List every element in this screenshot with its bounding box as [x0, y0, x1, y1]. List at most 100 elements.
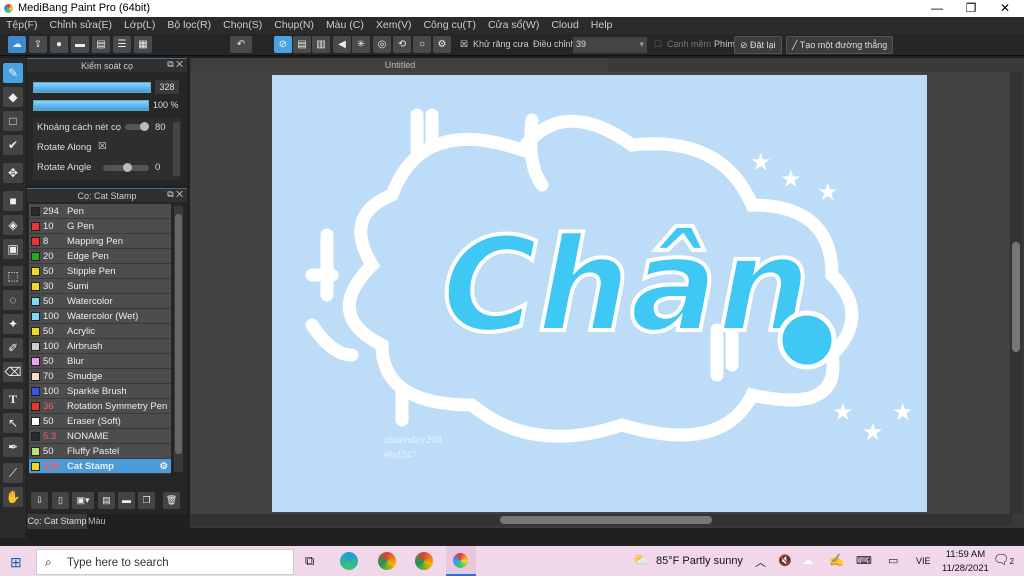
brush-list-item[interactable]: 100 Sparkle Brush [29, 384, 171, 399]
brush-list-scrollbar[interactable] [174, 206, 183, 472]
search-box[interactable]: ⌕ Type here to search [36, 549, 294, 575]
rotate-along-checkbox[interactable]: ☒ [98, 141, 107, 152]
weather-text[interactable]: 85°F Partly sunny [656, 555, 743, 567]
hand-tool-icon[interactable]: ✋ [3, 487, 23, 507]
windows-start-icon[interactable]: ⊞ [10, 554, 22, 571]
brush-list-item[interactable]: 100 Airbrush [29, 339, 171, 354]
menu-color[interactable]: Màu (C) [320, 17, 370, 34]
operation-tool-icon[interactable]: ↖ [3, 413, 23, 433]
shape-tool-icon[interactable]: □ [3, 111, 23, 131]
brush-list-item[interactable]: 294 Pen [29, 204, 171, 219]
volume-muted-icon[interactable]: 🔇 [778, 554, 792, 567]
vertical-scrollbar[interactable] [1010, 72, 1022, 514]
tab-color[interactable]: Màu [88, 514, 110, 529]
notification-icon[interactable]: 🗨2 [993, 552, 1014, 568]
straight-line-button[interactable]: ╱ Tạo một đường thẳng [786, 36, 894, 54]
new-brush-icon[interactable]: ▯ [52, 492, 69, 509]
gradient-tool-icon[interactable]: ▣ [3, 239, 23, 259]
dot-tool-icon[interactable]: ✔ [3, 135, 23, 155]
bucket-tool-icon[interactable]: ◈ [3, 215, 23, 235]
brush-list-item[interactable]: 50 Blur [29, 354, 171, 369]
antialias-checkbox[interactable]: ☒ [460, 39, 468, 50]
brush-list-item[interactable]: 8 Mapping Pen [29, 234, 171, 249]
text-tool-icon[interactable]: T [3, 389, 23, 409]
menu-layer[interactable]: Lớp(L) [118, 17, 161, 34]
menu-cloud[interactable]: Cloud [545, 17, 584, 34]
menu-edit[interactable]: Chỉnh sửa(E) [44, 17, 118, 34]
fill-rect-tool-icon[interactable]: ■ [3, 191, 23, 211]
circle-snap-icon[interactable]: ○ [413, 36, 431, 53]
brush-tool-icon[interactable]: ✎ [3, 63, 23, 83]
eyedropper-tool-icon[interactable]: ⟋ [3, 463, 23, 483]
concentric-snap-icon[interactable]: ◎ [373, 36, 391, 53]
edge-icon[interactable] [340, 552, 358, 570]
tab-brush[interactable]: Cọ: Cat Stamp [27, 514, 87, 529]
select-pen-tool-icon[interactable]: ✐ [3, 338, 23, 358]
brush-list-item[interactable]: 50 Fluffy Pastel [29, 444, 171, 459]
add-brush-menu-icon[interactable]: ▣▾ [72, 492, 94, 509]
message-icon[interactable]: ▬ [71, 36, 89, 53]
brush-list-item[interactable]: 100 Watercolor (Wet) [29, 309, 171, 324]
brush-list-item[interactable]: 20 Edge Pen [29, 249, 171, 264]
menu-view[interactable]: Xem(V) [370, 17, 418, 34]
maximize-button[interactable]: ❐ [954, 0, 988, 17]
brush-list-item[interactable]: 50 Stipple Pen [29, 264, 171, 279]
brush-list-item[interactable]: 36 Rotation Symmetry Pen [29, 399, 171, 414]
tray-chevron-icon[interactable]: ︿ [755, 554, 766, 570]
folder-icon[interactable]: ▬ [118, 492, 135, 509]
menu-snap[interactable]: Chụp(N) [268, 17, 320, 34]
share-icon[interactable]: ⇪ [29, 36, 47, 53]
undo-icon[interactable]: ↶ [230, 36, 252, 53]
pen-icon[interactable]: ✍ [829, 553, 844, 567]
vanishing-snap-icon[interactable]: ◀ [333, 36, 351, 53]
select-tool-icon[interactable]: ⬚ [3, 266, 23, 286]
rotate-angle-slider[interactable] [103, 163, 149, 172]
canvas[interactable]: Chân ★ ★ ★ ★ ★ ★ chaenday208 #hd247 [272, 75, 927, 512]
brush-list-item[interactable]: 50 Acrylic [29, 324, 171, 339]
options-scrollbar[interactable] [173, 122, 180, 176]
list-icon[interactable]: ☰ [113, 36, 131, 53]
keyboard-icon[interactable]: ⌨ [856, 554, 872, 567]
lasso-tool-icon[interactable]: ◌ [3, 290, 23, 310]
onedrive-icon[interactable]: ☁ [802, 554, 813, 567]
close-button[interactable]: ✕ [988, 0, 1022, 17]
menu-window[interactable]: Cửa sổ(W) [482, 17, 545, 34]
cloud-download-icon[interactable]: ⇩ [31, 492, 48, 509]
snap-off-icon[interactable]: ⊘ [274, 36, 292, 53]
brush-size-slider[interactable] [33, 82, 151, 93]
settings-icon[interactable]: ⚙ [433, 36, 451, 53]
comment-icon[interactable]: ● [50, 36, 68, 53]
cross-snap-icon[interactable]: ▥ [312, 36, 330, 53]
select-eraser-tool-icon[interactable]: ⌫ [3, 362, 23, 382]
brush-list-item[interactable]: 50 Eraser (Soft) [29, 414, 171, 429]
brush-list-item[interactable]: 50 Watercolor [29, 294, 171, 309]
brush-list-item[interactable]: 5.3 NONAME [29, 429, 171, 444]
opacity-slider[interactable] [33, 100, 149, 111]
curve-snap-icon[interactable]: ⟲ [393, 36, 411, 53]
move-tool-icon[interactable]: ✥ [3, 163, 23, 183]
panel-close-icon[interactable]: ⧉ ✕ [167, 59, 183, 70]
page-icon[interactable]: ▤ [92, 36, 110, 53]
menu-help[interactable]: Help [585, 17, 619, 34]
brush-list-item[interactable]: 10 G Pen [29, 219, 171, 234]
menu-select[interactable]: Chọn(S) [217, 17, 268, 34]
clock[interactable]: 11:59 AM 11/28/2021 [942, 549, 989, 574]
brush-list-item[interactable]: 70 Smudge [29, 369, 171, 384]
eraser-tool-icon[interactable]: ◆ [3, 87, 23, 107]
task-view-icon[interactable]: ⧉ [305, 553, 314, 569]
gear-icon[interactable]: ⚙ [159, 459, 168, 474]
brush-list-item[interactable]: 328 Cat Stamp ⚙ [29, 459, 171, 474]
duplicate-icon[interactable]: ❐ [138, 492, 155, 509]
divide-tool-icon[interactable]: ✒ [3, 437, 23, 457]
soft-edge-checkbox[interactable]: ☐ [654, 39, 662, 50]
menu-filter[interactable]: Bộ lọc(R) [161, 17, 217, 34]
medibang-taskbar-icon[interactable] [446, 546, 476, 576]
reset-button[interactable]: ⊘ Đặt lại [734, 36, 782, 54]
chrome-icon-2[interactable] [415, 552, 433, 570]
brush-size-value[interactable]: 328 [155, 80, 179, 94]
horizontal-scrollbar[interactable] [190, 514, 1012, 526]
brush-list-item[interactable]: 30 Sumi [29, 279, 171, 294]
parallel-snap-icon[interactable]: ▤ [293, 36, 311, 53]
radial-snap-icon[interactable]: ✳ [352, 36, 370, 53]
menu-file[interactable]: Tệp(F) [0, 17, 44, 34]
